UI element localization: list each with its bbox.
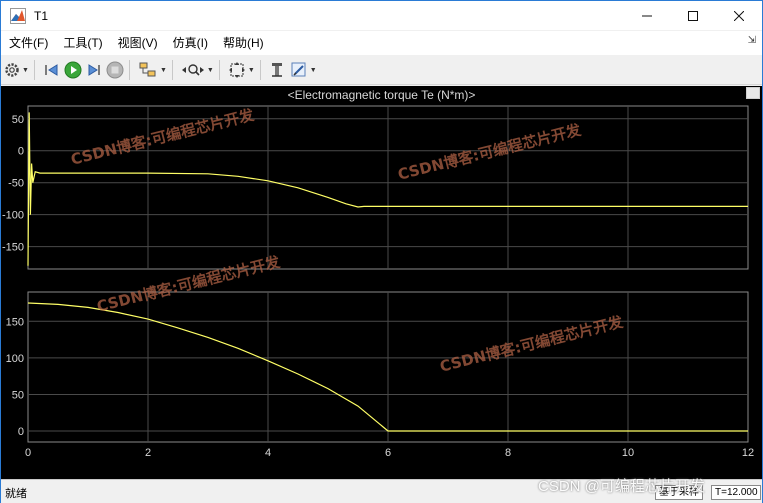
toolbar-separator — [171, 60, 173, 80]
sim-time-label: T=12.000 — [711, 485, 761, 500]
y-tick-label: 100 — [6, 353, 24, 365]
dropdown-arrow-icon[interactable]: ▼ — [310, 67, 317, 74]
close-icon — [734, 10, 744, 21]
y-tick-label: 50 — [12, 389, 24, 401]
menu-help[interactable]: 帮助(H) — [215, 31, 271, 55]
title-bar: T1 — [1, 1, 762, 30]
y-tick-label: 0 — [18, 146, 24, 158]
menu-tools[interactable]: 工具(T) — [55, 31, 109, 55]
step-back-button[interactable] — [43, 59, 61, 81]
y-tick-label: -100 — [2, 210, 24, 222]
status-text: 就绪 — [5, 488, 27, 500]
y-tick-label: 150 — [6, 316, 24, 328]
x-tick-label: 8 — [505, 447, 511, 459]
run-button[interactable] — [64, 59, 82, 81]
maximize-button[interactable] — [670, 1, 716, 30]
x-tick-label: 0 — [25, 447, 31, 459]
stop-button[interactable] — [106, 59, 124, 81]
x-tick-label: 6 — [385, 447, 391, 459]
x-tick-label: 10 — [622, 447, 634, 459]
window-title: T1 — [34, 8, 49, 23]
highlight-icon — [291, 62, 306, 77]
menu-bar: 文件(F) 工具(T) 视图(V) 仿真(I) 帮助(H) ⇲ — [1, 31, 762, 55]
menu-view[interactable]: 视图(V) — [110, 31, 165, 55]
gear-icon — [5, 63, 19, 77]
y-tick-label: -50 — [8, 178, 24, 190]
dropdown-arrow-icon[interactable]: ▼ — [248, 67, 255, 74]
toolbar-separator — [259, 60, 261, 80]
step-forward-button[interactable] — [85, 59, 103, 81]
y-tick-label: 50 — [12, 114, 24, 126]
dropdown-arrow-icon[interactable]: ▼ — [207, 67, 214, 74]
stop-icon — [106, 61, 124, 79]
dropdown-arrow-icon[interactable]: ▼ — [160, 67, 167, 74]
dock-arrow-icon[interactable]: ⇲ — [748, 35, 756, 46]
cursor-measurement-button[interactable] — [269, 59, 287, 81]
highlight-button[interactable]: ▼ — [290, 59, 317, 81]
minimize-button[interactable] — [624, 1, 670, 30]
minimize-icon — [642, 15, 652, 16]
close-button[interactable] — [716, 1, 762, 30]
x-tick-label: 2 — [145, 447, 151, 459]
settings-button[interactable]: ▼ — [4, 59, 29, 81]
matlab-logo-icon — [10, 7, 26, 24]
toolbar-separator — [218, 60, 220, 80]
run-icon — [64, 61, 82, 79]
menu-file[interactable]: 文件(F) — [1, 31, 55, 55]
toolbar-separator — [33, 60, 35, 80]
zoom-button[interactable]: ▼ — [181, 59, 214, 81]
dropdown-arrow-icon[interactable]: ▼ — [22, 67, 29, 74]
toolbar-separator — [128, 60, 130, 80]
scope-plot-area[interactable]: <Electromagnetic torque Te (N*m)> 50 0 -50… — [1, 86, 762, 479]
step-forward-icon — [88, 64, 100, 76]
cursor-icon — [271, 63, 282, 77]
watermark-footer: CSDN @可编程芯片开发 — [538, 478, 705, 495]
x-tick-label: 12 — [742, 447, 754, 459]
step-back-icon — [45, 64, 58, 76]
fit-icon — [228, 62, 245, 78]
toolbar: ▼ ▼ ▼ ▼ ▼ — [1, 56, 762, 85]
scope-window: T1 文件(F) 工具(T) 视图(V) 仿真(I) 帮助(H) ⇲ ▼ ▼ ▼… — [0, 0, 763, 503]
zoom-icon — [181, 64, 204, 76]
scope-chart[interactable]: 500-50-100-1501501005000 2 4 6 8 10 12 — [1, 86, 762, 479]
menu-simulation[interactable]: 仿真(I) — [165, 31, 215, 55]
maximize-icon — [688, 10, 698, 21]
fit-to-view-button[interactable]: ▼ — [228, 59, 255, 81]
y-tick-label: 0 — [18, 426, 24, 438]
x-tick-label: 4 — [265, 447, 271, 459]
signal-select-icon — [139, 62, 156, 77]
signal-select-button[interactable]: ▼ — [138, 59, 167, 81]
y-tick-label: -150 — [2, 242, 24, 254]
